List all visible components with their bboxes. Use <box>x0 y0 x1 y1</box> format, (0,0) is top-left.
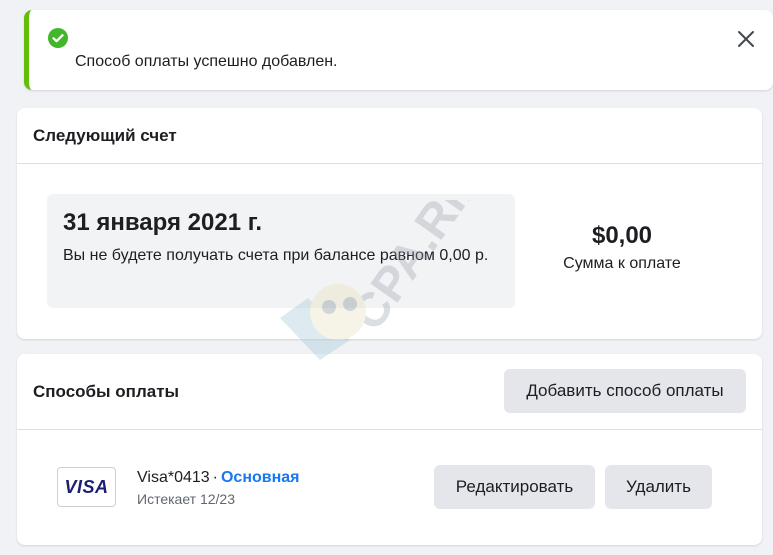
visa-logo-text: VISA <box>64 476 109 497</box>
payment-methods-title: Способы оплаты <box>33 381 180 401</box>
card-expiry: Истекает 12/23 <box>137 491 235 507</box>
close-icon[interactable] <box>735 28 757 50</box>
amount-due: $0,00 Сумма к оплате <box>537 221 707 273</box>
toast-message: Способ оплаты успешно добавлен. <box>75 53 338 70</box>
card-name: Visa*0413 <box>137 469 210 486</box>
delete-button[interactable]: Удалить <box>605 465 712 509</box>
next-bill-title: Следующий счет <box>33 125 177 145</box>
amount-value: $0,00 <box>591 222 653 249</box>
primary-badge: Основная <box>220 469 300 486</box>
edit-button[interactable]: Редактировать <box>434 465 595 509</box>
check-circle-icon <box>48 28 68 48</box>
next-bill-card: Следующий счет 31 января 2021 г. Вы не б… <box>17 108 762 339</box>
success-toast: Способ оплаты успешно добавлен. <box>24 10 773 90</box>
payment-methods-card: Способы оплаты Добавить способ оплаты VI… <box>17 354 762 545</box>
payment-method-info: Visa*0413 · Основная Истекает 12/23 <box>137 467 300 507</box>
next-bill-header: Следующий счет <box>17 108 762 164</box>
bill-note: Вы не будете получать счета при балансе … <box>63 247 489 264</box>
payment-methods-header: Способы оплаты Добавить способ оплаты <box>17 354 762 430</box>
separator-dot: · <box>212 469 218 486</box>
add-payment-method-button[interactable]: Добавить способ оплаты <box>504 369 746 413</box>
bill-date: 31 января 2021 г. <box>63 209 262 236</box>
bill-info-box: 31 января 2021 г. Вы не будете получать … <box>47 194 515 308</box>
amount-label: Сумма к оплате <box>563 255 681 272</box>
visa-logo: VISA <box>57 467 116 507</box>
payment-method-row: VISA Visa*0413 · Основная Истекает 12/23 Р… <box>17 430 762 545</box>
